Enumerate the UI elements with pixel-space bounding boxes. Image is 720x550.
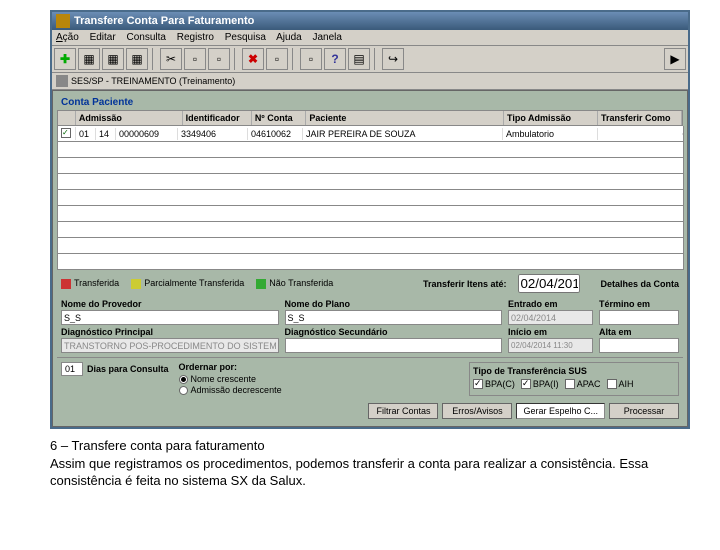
menu-editar[interactable]: Editar <box>90 32 116 43</box>
breadcrumb-text: SES/SP - TREINAMENTO (Treinamento) <box>71 76 235 86</box>
table-row[interactable]: 01 14 00000609 3349406 04610062 JAIR PER… <box>57 126 684 142</box>
window-title: Transfere Conta Para Faturamento <box>74 15 254 27</box>
toolbar-exit-icon[interactable]: ↪ <box>382 48 404 70</box>
toolbar-btn12[interactable]: ▤ <box>348 48 370 70</box>
inicio-input <box>508 338 593 353</box>
menu-registro[interactable]: Registro <box>177 32 214 43</box>
provedor-input[interactable] <box>61 310 279 325</box>
toolbar-btn2[interactable]: ▦ <box>78 48 100 70</box>
toolbar-add-icon[interactable]: ✚ <box>54 48 76 70</box>
chk-bpac[interactable]: BPA(C) <box>473 379 515 389</box>
toolbar-btn9[interactable]: ▫ <box>266 48 288 70</box>
toolbar-copy-icon[interactable]: ▫ <box>184 48 206 70</box>
menu-consulta[interactable]: Consulta <box>126 32 165 43</box>
termino-input[interactable] <box>599 310 679 325</box>
chk-aih[interactable]: AIH <box>607 379 634 389</box>
table-row[interactable] <box>57 222 684 238</box>
table-row[interactable] <box>57 158 684 174</box>
diag1-input <box>61 338 279 353</box>
row-checkbox[interactable] <box>61 128 71 138</box>
menu-acao[interactable]: AAçãoção <box>56 32 79 43</box>
titlebar: Transfere Conta Para Faturamento <box>52 12 688 30</box>
chk-apac[interactable]: APAC <box>565 379 601 389</box>
dias-input[interactable] <box>61 362 83 376</box>
table-row[interactable] <box>57 190 684 206</box>
breadcrumb-icon <box>56 75 68 87</box>
toolbar-btn4[interactable]: ▦ <box>126 48 148 70</box>
breadcrumb: SES/SP - TREINAMENTO (Treinamento) <box>52 73 688 90</box>
toolbar-delete-icon[interactable]: ✖ <box>242 48 264 70</box>
toolbar-play-icon[interactable]: ▶ <box>664 48 686 70</box>
processar-button[interactable]: Processar <box>609 403 679 419</box>
alta-input[interactable] <box>599 338 679 353</box>
tipo-transferencia-group: Tipo de Transferência SUS BPA(C) BPA(I) … <box>469 362 679 396</box>
radio-nome[interactable]: Nome crescente <box>179 374 282 384</box>
toolbar-cut-icon[interactable]: ✂ <box>160 48 182 70</box>
plano-input[interactable] <box>285 310 503 325</box>
gerar-dropdown[interactable]: Gerar Espelho C... <box>516 403 605 419</box>
col-tipo: Tipo Admissão <box>504 111 598 125</box>
menu-ajuda[interactable]: Ajuda <box>276 32 302 43</box>
table-row[interactable] <box>57 206 684 222</box>
toolbar-paste-icon[interactable]: ▫ <box>208 48 230 70</box>
table-row[interactable] <box>57 238 684 254</box>
ordernar-group: Ordernar por: Nome crescente Admissão de… <box>179 362 282 396</box>
detalhes-link[interactable]: Detalhes da Conta <box>600 279 679 289</box>
toolbar-btn10[interactable]: ▫ <box>300 48 322 70</box>
erros-button[interactable]: Erros/Avisos <box>442 403 512 419</box>
radio-admissao[interactable]: Admissão decrescente <box>179 385 282 395</box>
entrado-input <box>508 310 593 325</box>
caption: 6 – Transfere conta para faturamento Ass… <box>50 437 690 490</box>
menu-janela[interactable]: Janela <box>313 32 342 43</box>
grid-header: Admissão Identificador Nº Conta Paciente… <box>57 110 683 126</box>
menu-pesquisa[interactable]: Pesquisa <box>225 32 266 43</box>
table-row[interactable] <box>57 174 684 190</box>
transfer-date-input[interactable] <box>518 274 580 293</box>
table-row[interactable] <box>57 254 684 270</box>
toolbar-help-icon[interactable]: ? <box>324 48 346 70</box>
section-title: Conta Paciente <box>57 95 683 110</box>
col-transferir: Transferir Como <box>598 111 682 125</box>
chk-bpai[interactable]: BPA(I) <box>521 379 559 389</box>
diag2-input[interactable] <box>285 338 503 353</box>
legend: Transferida Parcialmente Transferida Não… <box>57 270 683 297</box>
grid-body: 01 14 00000609 3349406 04610062 JAIR PER… <box>57 126 684 270</box>
col-identificador: Identificador <box>183 111 252 125</box>
filtrar-button[interactable]: Filtrar Contas <box>368 403 438 419</box>
col-conta: Nº Conta <box>252 111 306 125</box>
legend-red-icon <box>61 279 71 289</box>
legend-green-icon <box>256 279 266 289</box>
content-panel: Conta Paciente Admissão Identificador Nº… <box>52 90 688 427</box>
table-row[interactable] <box>57 142 684 158</box>
app-window: Transfere Conta Para Faturamento AAçãoçã… <box>50 10 690 429</box>
app-icon <box>56 14 70 28</box>
toolbar-btn3[interactable]: ▦ <box>102 48 124 70</box>
col-paciente: Paciente <box>306 111 504 125</box>
legend-yellow-icon <box>131 279 141 289</box>
col-admissao: Admissão <box>76 111 183 125</box>
menubar: AAçãoção Editar Consulta Registro Pesqui… <box>52 30 688 46</box>
toolbar: ✚ ▦ ▦ ▦ ✂ ▫ ▫ ✖ ▫ ▫ ? ▤ ↪ ▶ <box>52 46 688 73</box>
